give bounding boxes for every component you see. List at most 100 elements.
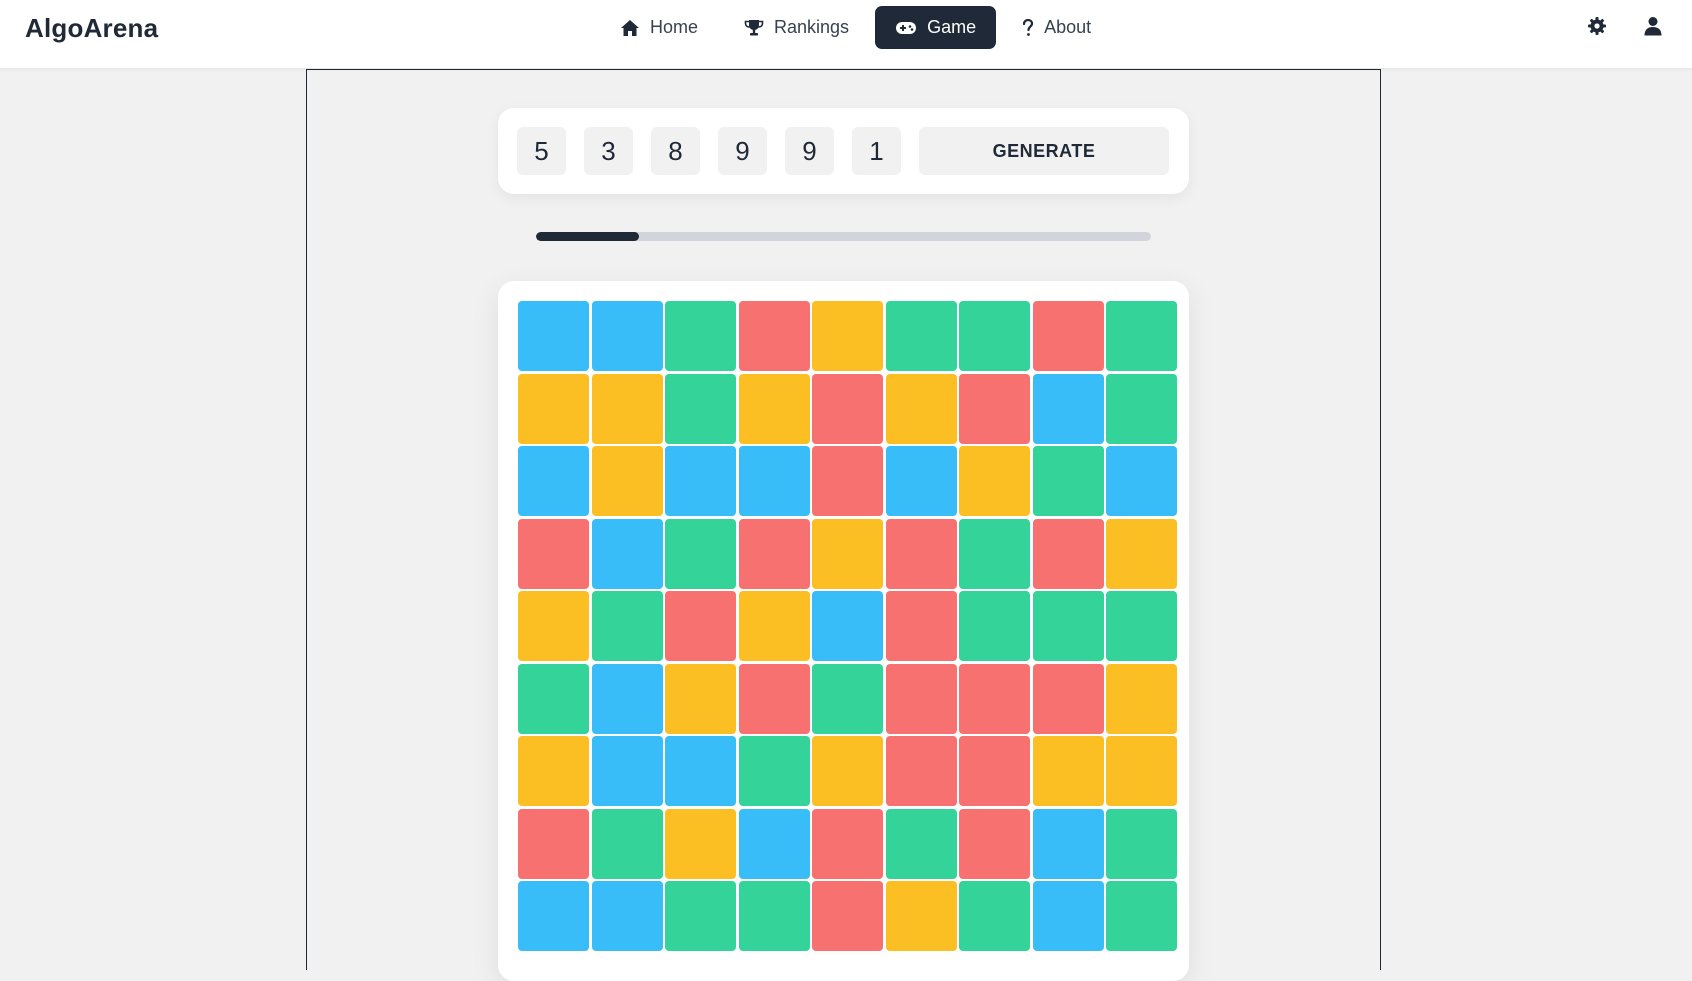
board-tile[interactable] bbox=[1032, 881, 1104, 951]
board-tile[interactable] bbox=[738, 881, 810, 951]
board-tile[interactable] bbox=[665, 518, 736, 589]
nav-link-home[interactable]: Home bbox=[600, 6, 718, 49]
board-tile[interactable] bbox=[518, 446, 589, 516]
settings-button[interactable] bbox=[1584, 15, 1610, 41]
board-tile[interactable] bbox=[591, 881, 663, 951]
home-icon bbox=[620, 19, 640, 37]
board-tile[interactable] bbox=[812, 446, 883, 516]
board-tile[interactable] bbox=[665, 881, 736, 951]
board-tile[interactable] bbox=[885, 808, 957, 879]
board-tile[interactable] bbox=[665, 808, 736, 879]
board-tile[interactable] bbox=[518, 591, 589, 661]
board-tile[interactable] bbox=[885, 373, 957, 444]
board-tile[interactable] bbox=[738, 518, 810, 589]
board-tile[interactable] bbox=[738, 301, 810, 371]
board-tile[interactable] bbox=[591, 518, 663, 589]
board-tile[interactable] bbox=[738, 663, 810, 734]
board-tile[interactable] bbox=[1032, 446, 1104, 516]
board-tile[interactable] bbox=[518, 736, 589, 806]
seed-digit[interactable]: 1 bbox=[852, 127, 901, 175]
board-tile[interactable] bbox=[1032, 373, 1104, 444]
nav-links: Home Rankings Game About bbox=[600, 6, 1111, 49]
board-tile[interactable] bbox=[738, 591, 810, 661]
board-tile[interactable] bbox=[518, 663, 589, 734]
board-tile[interactable] bbox=[959, 518, 1030, 589]
profile-button[interactable] bbox=[1640, 15, 1666, 41]
board-tile[interactable] bbox=[665, 736, 736, 806]
board-tile[interactable] bbox=[591, 663, 663, 734]
brand-logo[interactable]: AlgoArena bbox=[25, 13, 158, 44]
board-tile[interactable] bbox=[812, 881, 883, 951]
board-tile[interactable] bbox=[1032, 301, 1104, 371]
board-tile[interactable] bbox=[959, 373, 1030, 444]
board-tile[interactable] bbox=[1032, 808, 1104, 879]
board-tile[interactable] bbox=[1032, 663, 1104, 734]
board-tile[interactable] bbox=[591, 591, 663, 661]
board-tile[interactable] bbox=[812, 373, 883, 444]
board-tile[interactable] bbox=[665, 591, 736, 661]
board-tile[interactable] bbox=[738, 446, 810, 516]
board-tile[interactable] bbox=[591, 808, 663, 879]
gear-icon bbox=[1587, 16, 1607, 41]
board-tile[interactable] bbox=[738, 736, 810, 806]
board-tile[interactable] bbox=[959, 663, 1030, 734]
seed-digit[interactable]: 8 bbox=[651, 127, 700, 175]
board-tile[interactable] bbox=[665, 301, 736, 371]
board-tile[interactable] bbox=[591, 736, 663, 806]
board-tile[interactable] bbox=[812, 663, 883, 734]
board-tile[interactable] bbox=[1106, 881, 1177, 951]
board-tile[interactable] bbox=[518, 373, 589, 444]
board-tile[interactable] bbox=[1032, 591, 1104, 661]
board-tile[interactable] bbox=[1106, 446, 1177, 516]
board-tile[interactable] bbox=[959, 591, 1030, 661]
board-tile[interactable] bbox=[812, 301, 883, 371]
board-tile[interactable] bbox=[885, 446, 957, 516]
board-tile[interactable] bbox=[738, 808, 810, 879]
board-tile[interactable] bbox=[518, 808, 589, 879]
board-tile[interactable] bbox=[1106, 663, 1177, 734]
board-tile[interactable] bbox=[518, 881, 589, 951]
board-tile[interactable] bbox=[518, 518, 589, 589]
board-tile[interactable] bbox=[959, 446, 1030, 516]
board-tile[interactable] bbox=[1106, 518, 1177, 589]
board-tile[interactable] bbox=[1032, 518, 1104, 589]
board-tile[interactable] bbox=[885, 663, 957, 734]
nav-link-rankings[interactable]: Rankings bbox=[724, 6, 869, 49]
board-tile[interactable] bbox=[518, 301, 589, 371]
board-tile[interactable] bbox=[1032, 736, 1104, 806]
board-tile[interactable] bbox=[591, 301, 663, 371]
nav-link-game[interactable]: Game bbox=[875, 6, 997, 49]
board-tile[interactable] bbox=[1106, 301, 1177, 371]
generate-button[interactable]: GENERATE bbox=[919, 127, 1169, 175]
board-tile[interactable] bbox=[665, 446, 736, 516]
board-tile[interactable] bbox=[885, 301, 957, 371]
board-tile[interactable] bbox=[812, 808, 883, 879]
nav-link-label: Game bbox=[927, 17, 977, 37]
board-tile[interactable] bbox=[812, 518, 883, 589]
board-tile[interactable] bbox=[1106, 591, 1177, 661]
board-tile[interactable] bbox=[959, 808, 1030, 879]
seed-digit[interactable]: 3 bbox=[584, 127, 633, 175]
board-tile[interactable] bbox=[665, 663, 736, 734]
nav-link-about[interactable]: About bbox=[1002, 6, 1111, 49]
board-tile[interactable] bbox=[665, 373, 736, 444]
board-tile[interactable] bbox=[1106, 808, 1177, 879]
board-tile[interactable] bbox=[812, 591, 883, 661]
seed-digit[interactable]: 9 bbox=[785, 127, 834, 175]
seed-digit[interactable]: 9 bbox=[718, 127, 767, 175]
board-tile[interactable] bbox=[885, 881, 957, 951]
board-tile[interactable] bbox=[591, 373, 663, 444]
board-tile[interactable] bbox=[1106, 373, 1177, 444]
board-tile[interactable] bbox=[885, 518, 957, 589]
board-tile[interactable] bbox=[738, 373, 810, 444]
seed-digit[interactable]: 5 bbox=[517, 127, 566, 175]
board-tile[interactable] bbox=[885, 591, 957, 661]
board-tile[interactable] bbox=[959, 881, 1030, 951]
board-tile[interactable] bbox=[591, 446, 663, 516]
board-tile[interactable] bbox=[1106, 736, 1177, 806]
board-tile[interactable] bbox=[959, 301, 1030, 371]
board-tile[interactable] bbox=[812, 736, 883, 806]
trophy-icon bbox=[744, 19, 764, 37]
board-tile[interactable] bbox=[885, 736, 957, 806]
board-tile[interactable] bbox=[959, 736, 1030, 806]
